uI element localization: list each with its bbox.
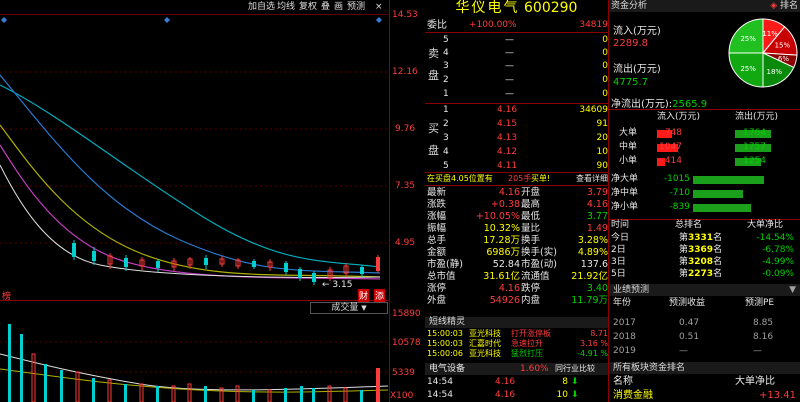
view-detail-link[interactable]: 查看详细 bbox=[576, 173, 608, 184]
toolbar-forecast[interactable]: 预测 bbox=[345, 1, 367, 14]
volume-tick: 10578 bbox=[392, 338, 421, 348]
price-tick: 4.95 bbox=[395, 238, 416, 248]
order-header: 流入(万元) 流出(万元) bbox=[657, 112, 779, 122]
net-order-table: 净大单 -1015 净中单 -710 净小单 -839 bbox=[609, 174, 800, 218]
net-outflow: 净流出(万元):2565.9 bbox=[611, 99, 708, 110]
quote-stats: 最新 4.16 开盘 3.79 涨跌 +0.38 最高 4.16 涨幅 +10.05% 最低 3.… bbox=[427, 187, 608, 306]
tick-row: 14:54 4.16 8 ⬇ bbox=[427, 377, 579, 387]
stock-name: 华仪电气 bbox=[455, 0, 520, 16]
toolbar-overlay[interactable]: 叠 bbox=[319, 1, 332, 14]
net-bar bbox=[693, 176, 764, 184]
buy-book: 买盘 1 4.16 34609 2 4.15 91 3 4.13 20 4 4.12 10 54… bbox=[425, 104, 608, 172]
close-chart-button[interactable]: × bbox=[373, 1, 385, 14]
pie-slice-label: 25% bbox=[740, 35, 756, 43]
sector-row[interactable]: 消费金融 +13.41 bbox=[609, 390, 800, 401]
order-row: 大单 748 1764 bbox=[609, 128, 800, 139]
net-bar bbox=[693, 190, 743, 198]
volume-tab[interactable]: 成交量 ▼ bbox=[310, 302, 388, 314]
order-table: 大单 748 1764 中单 1047 1757 小单 414 1254 bbox=[609, 128, 800, 172]
price-tick: 9.76 bbox=[395, 124, 416, 134]
sell-row[interactable]: 4—0 bbox=[425, 48, 608, 59]
forecast-table: 年份 预测收益 预测PE 2017 0.47 8.85 2018 0.51 8.16 201… bbox=[613, 298, 775, 356]
volume-tick: 5339 bbox=[392, 368, 415, 378]
volume-tab-label: 成交量 bbox=[331, 303, 359, 313]
toolbar-restore-rights[interactable]: 复权 bbox=[297, 1, 319, 14]
net-order-row: 净中单 -710 bbox=[609, 188, 800, 199]
forecast-header[interactable]: 业绩预测 ▼ bbox=[609, 284, 800, 296]
quote-panel: 华仪电气 600290 委比 +100.00% 34819 卖盘 5—0 4—0… bbox=[425, 0, 608, 402]
buy-row[interactable]: 3 4.13 20 bbox=[425, 133, 608, 144]
price-tick: 14.53 bbox=[392, 10, 418, 20]
toolbar-ma[interactable]: 均线 bbox=[275, 1, 297, 14]
kline-chart-area[interactable]: 加自选 均线 复权 叠 画 预测 × 14.53 12.16 9.76 7.35… bbox=[0, 0, 421, 402]
pie-slice-label: 25% bbox=[740, 65, 756, 73]
industry-header[interactable]: 电气设备 1.60% 同行业比较 bbox=[425, 363, 608, 375]
volume-tick: X100 bbox=[390, 391, 414, 401]
fund-panel: 资金分析 ◈ 排名 流入(万元) 2289.8 流出(万元) 4775.7 净流… bbox=[609, 0, 800, 402]
sell-row[interactable]: 2—0 bbox=[425, 75, 608, 86]
big-order-notice[interactable]: 在买盘4.05位置有 205手 买单! 查看详细 bbox=[425, 173, 608, 184]
order-row: 中单 1047 1757 bbox=[609, 142, 800, 153]
shortline-header[interactable]: 短线精灵 bbox=[425, 317, 608, 328]
fund-tab-bar: 资金分析 ◈ 排名 bbox=[609, 0, 800, 12]
weibi-row: 委比 +100.00% 34819 bbox=[427, 20, 608, 31]
price-tick: 7.35 bbox=[395, 181, 416, 191]
net-bar bbox=[693, 204, 751, 212]
finance-badge[interactable]: 财 bbox=[358, 289, 370, 302]
inflow-bar bbox=[657, 158, 665, 166]
tick-row: 14:54 4.16 10 ⬇ bbox=[427, 390, 579, 400]
outflow-label: 流出(万元) bbox=[613, 64, 661, 75]
volume-tick: 15890 bbox=[392, 309, 421, 319]
toolbar-add-watchlist[interactable]: 加自选 bbox=[246, 1, 277, 14]
buy-row[interactable]: 4 4.12 10 bbox=[425, 147, 608, 158]
price-tick: 12.16 bbox=[392, 67, 418, 77]
volume-svg[interactable] bbox=[0, 314, 388, 402]
inflow-value: 2289.8 bbox=[613, 38, 648, 49]
stock-code: 600290 bbox=[524, 0, 578, 16]
inflow-label: 流入(万元) bbox=[613, 26, 661, 37]
shortline-list[interactable]: 15:00:03 亚光科技 打开涨停板 8.71 15:00:03 汇嘉时代 急速拉升 3.… bbox=[425, 329, 608, 361]
ranking-table[interactable]: 时间 总排名 大单净比 今日 第3331名 -14.54% 2日 第3369名 -6.78%… bbox=[609, 220, 800, 282]
sector-header[interactable]: 所有板块资金排名 bbox=[609, 362, 800, 374]
fund-pie[interactable]: 11%15%6%18%25%25% bbox=[727, 17, 799, 89]
buy-row[interactable]: 2 4.15 91 bbox=[425, 119, 608, 130]
rank-button[interactable]: ◈ 排名 bbox=[770, 0, 798, 12]
add-badge[interactable]: 添 bbox=[374, 289, 386, 302]
fund-analysis-tab[interactable]: 资金分析 bbox=[609, 1, 647, 11]
order-row: 小单 414 1254 bbox=[619, 156, 766, 166]
buy-row[interactable]: 5 4.11 90 bbox=[425, 161, 608, 172]
sell-row[interactable]: 3—0 bbox=[425, 61, 608, 72]
chart-toolbar: 加自选 均线 复权 叠 画 预测 × bbox=[246, 0, 389, 14]
pie-slice-label: 15% bbox=[775, 42, 791, 50]
net-order-row: 净小单 -839 bbox=[609, 202, 800, 213]
low-price-label: ← 3.15 bbox=[322, 280, 353, 290]
sell-row[interactable]: 1—0 bbox=[425, 89, 608, 100]
kline-svg[interactable] bbox=[0, 15, 388, 300]
sell-row[interactable]: 5—0 bbox=[425, 35, 608, 46]
sell-book: 卖盘 5—0 4—0 3—0 2—0 1—0 bbox=[425, 33, 608, 103]
pie-slice-label: 18% bbox=[767, 68, 783, 76]
stock-title: 华仪电气 600290 bbox=[425, 0, 608, 17]
list-tag: 榜 bbox=[2, 292, 12, 302]
buy-row[interactable]: 1 4.16 34609 bbox=[425, 105, 608, 116]
sector-col-header: 名称 大单净比 bbox=[613, 376, 775, 387]
net-order-row: 净大单 -1015 bbox=[609, 174, 800, 185]
outflow-value: 4775.7 bbox=[613, 77, 648, 88]
toolbar-draw[interactable]: 画 bbox=[332, 1, 345, 14]
